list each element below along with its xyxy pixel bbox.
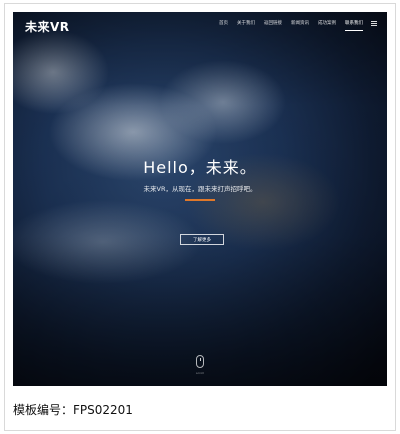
menu-icon[interactable] (371, 21, 377, 26)
nav-item-home[interactable]: 首页 (219, 20, 228, 31)
scroll-mouse-icon[interactable] (196, 355, 204, 368)
main-nav: 首页 关于我们 返回链接 新闻资讯 成功案例 联系我们 (219, 20, 363, 31)
nav-item-cases[interactable]: 成功案例 (318, 20, 336, 31)
hero-section: Hello，未来。 未来VR，从现在，跟未来打声招呼吧。 (13, 154, 387, 201)
hero-subtitle: 未来VR，从现在，跟未来打声招呼吧。 (143, 185, 257, 193)
scroll-label: scroll (196, 371, 204, 375)
nav-item-links[interactable]: 返回链接 (264, 20, 282, 31)
nav-item-contact[interactable]: 联系我们 (345, 20, 363, 31)
template-preview[interactable]: 未来VR 首页 关于我们 返回链接 新闻资讯 成功案例 联系我们 Hello，未… (13, 12, 387, 386)
site-logo[interactable]: 未来VR (25, 18, 70, 35)
hero-title: Hello，未来。 (143, 158, 257, 177)
learn-more-button[interactable]: 了解更多 (180, 234, 224, 245)
template-card: 未来VR 首页 关于我们 返回链接 新闻资讯 成功案例 联系我们 Hello，未… (4, 3, 396, 431)
nav-item-news[interactable]: 新闻资讯 (291, 20, 309, 31)
site-header: 未来VR 首页 关于我们 返回链接 新闻资讯 成功案例 联系我们 (13, 12, 387, 38)
template-caption: 模板编号：FPS02201 (13, 403, 133, 417)
hero-accent-line (185, 199, 215, 201)
nav-item-about[interactable]: 关于我们 (237, 20, 255, 31)
